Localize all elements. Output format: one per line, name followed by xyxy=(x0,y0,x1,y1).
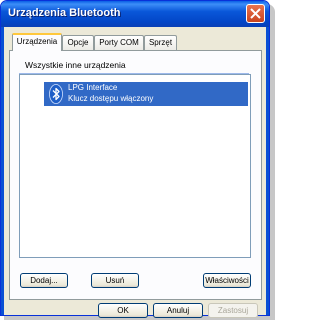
tab-hardware[interactable]: Sprzęt xyxy=(144,35,177,50)
ok-button[interactable]: OK xyxy=(98,303,148,318)
remove-button[interactable]: Usuń xyxy=(91,273,139,288)
cancel-button[interactable]: Anuluj xyxy=(153,303,203,318)
title-bar[interactable]: Urządzenia Bluetooth xyxy=(1,1,269,27)
device-name: LPG Interface xyxy=(68,83,118,92)
apply-button[interactable]: Zastosuj xyxy=(208,303,258,318)
bluetooth-icon xyxy=(49,84,63,104)
window-title: Urządzenia Bluetooth xyxy=(8,7,121,19)
window-frame-left xyxy=(1,27,4,315)
close-icon xyxy=(250,8,261,19)
add-button[interactable]: Dodaj... xyxy=(20,273,68,288)
group-header: Wszystkie inne urządzenia xyxy=(25,60,126,70)
window-frame-right xyxy=(266,27,269,315)
tab-devices[interactable]: Urządzenia xyxy=(12,33,62,51)
properties-button[interactable]: Właściwości xyxy=(203,273,251,288)
group-divider xyxy=(19,73,249,74)
close-button[interactable] xyxy=(246,4,265,23)
device-status: Klucz dostępu włączony xyxy=(68,94,154,103)
tab-com-ports[interactable]: Porty COM xyxy=(94,35,144,50)
tab-options[interactable]: Opcje xyxy=(62,35,94,50)
